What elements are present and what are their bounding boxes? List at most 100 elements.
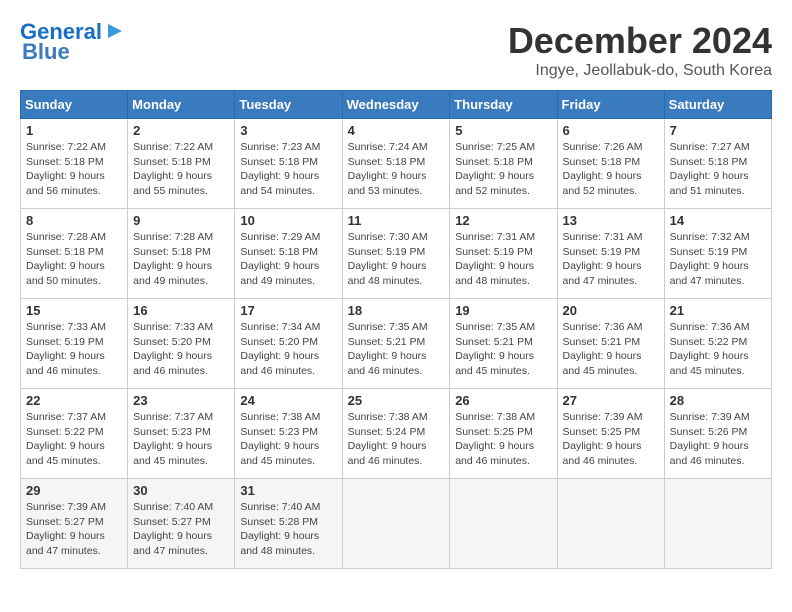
calendar-day-cell: 2Sunrise: 7:22 AMSunset: 5:18 PMDaylight… bbox=[128, 119, 235, 209]
calendar-day-cell bbox=[664, 479, 771, 569]
weekday-header: Thursday bbox=[450, 91, 557, 119]
day-info: Sunrise: 7:22 AMSunset: 5:18 PMDaylight:… bbox=[26, 140, 122, 199]
day-info: Sunrise: 7:27 AMSunset: 5:18 PMDaylight:… bbox=[670, 140, 766, 199]
day-info: Sunrise: 7:36 AMSunset: 5:21 PMDaylight:… bbox=[563, 320, 659, 379]
day-number: 8 bbox=[26, 213, 122, 228]
day-info: Sunrise: 7:32 AMSunset: 5:19 PMDaylight:… bbox=[670, 230, 766, 289]
day-info: Sunrise: 7:40 AMSunset: 5:27 PMDaylight:… bbox=[133, 500, 229, 559]
day-info: Sunrise: 7:37 AMSunset: 5:23 PMDaylight:… bbox=[133, 410, 229, 469]
day-number: 23 bbox=[133, 393, 229, 408]
location-text: Ingye, Jeollabuk-do, South Korea bbox=[508, 62, 772, 80]
day-number: 4 bbox=[348, 123, 445, 138]
calendar-day-cell: 23 Sunrise: 7:37 AMSunset: 5:23 PMDayligh… bbox=[128, 389, 235, 479]
calendar-week-row: 1 Sunrise: 7:22 AMSunset: 5:18 PMDaylight… bbox=[21, 119, 772, 209]
day-number: 6 bbox=[563, 123, 659, 138]
day-info: Sunrise: 7:24 AMSunset: 5:18 PMDaylight:… bbox=[348, 140, 445, 199]
calendar-day-cell: 31 Sunrise: 7:40 AMSunset: 5:28 PMDayligh… bbox=[235, 479, 342, 569]
day-number: 29 bbox=[26, 483, 122, 498]
day-info: Sunrise: 7:38 AMSunset: 5:24 PMDaylight:… bbox=[348, 410, 445, 469]
day-number: 7 bbox=[670, 123, 766, 138]
calendar-header-row: SundayMondayTuesdayWednesdayThursdayFrid… bbox=[21, 91, 772, 119]
day-number: 30 bbox=[133, 483, 229, 498]
day-info: Sunrise: 7:28 AMSunset: 5:18 PMDaylight:… bbox=[26, 230, 122, 289]
day-number: 10 bbox=[240, 213, 336, 228]
calendar-day-cell: 21 Sunrise: 7:36 AMSunset: 5:22 PMDayligh… bbox=[664, 299, 771, 389]
page-header: General Blue December 2024 Ingye, Jeolla… bbox=[20, 20, 772, 80]
day-info: Sunrise: 7:30 AMSunset: 5:19 PMDaylight:… bbox=[348, 230, 445, 289]
day-number: 28 bbox=[670, 393, 766, 408]
calendar-day-cell: 24 Sunrise: 7:38 AMSunset: 5:23 PMDayligh… bbox=[235, 389, 342, 479]
day-number: 15 bbox=[26, 303, 122, 318]
day-number: 16 bbox=[133, 303, 229, 318]
weekday-header: Saturday bbox=[664, 91, 771, 119]
day-number: 5 bbox=[455, 123, 551, 138]
day-info: Sunrise: 7:38 AMSunset: 5:23 PMDaylight:… bbox=[240, 410, 336, 469]
day-number: 26 bbox=[455, 393, 551, 408]
day-number: 17 bbox=[240, 303, 336, 318]
calendar-day-cell: 7 Sunrise: 7:27 AMSunset: 5:18 PMDaylight… bbox=[664, 119, 771, 209]
calendar-day-cell: 30 Sunrise: 7:40 AMSunset: 5:27 PMDayligh… bbox=[128, 479, 235, 569]
calendar-day-cell: 28 Sunrise: 7:39 AMSunset: 5:26 PMDayligh… bbox=[664, 389, 771, 479]
day-info: Sunrise: 7:35 AMSunset: 5:21 PMDaylight:… bbox=[348, 320, 445, 379]
day-info: Sunrise: 7:39 AMSunset: 5:27 PMDaylight:… bbox=[26, 500, 122, 559]
title-section: December 2024 Ingye, Jeollabuk-do, South… bbox=[508, 20, 772, 80]
calendar-day-cell: 8 Sunrise: 7:28 AMSunset: 5:18 PMDaylight… bbox=[21, 209, 128, 299]
calendar-day-cell: 10 Sunrise: 7:29 AMSunset: 5:18 PMDayligh… bbox=[235, 209, 342, 299]
logo-text2: Blue bbox=[22, 40, 70, 64]
day-info: Sunrise: 7:25 AMSunset: 5:18 PMDaylight:… bbox=[455, 140, 551, 199]
day-info: Sunrise: 7:38 AMSunset: 5:25 PMDaylight:… bbox=[455, 410, 551, 469]
logo-arrow-icon bbox=[104, 20, 126, 42]
calendar-day-cell: 14Sunrise: 7:32 AMSunset: 5:19 PMDayligh… bbox=[664, 209, 771, 299]
day-info: Sunrise: 7:22 AMSunset: 5:18 PMDaylight:… bbox=[133, 140, 229, 199]
logo: General Blue bbox=[20, 20, 126, 64]
day-number: 27 bbox=[563, 393, 659, 408]
calendar-week-row: 8 Sunrise: 7:28 AMSunset: 5:18 PMDaylight… bbox=[21, 209, 772, 299]
day-info: Sunrise: 7:29 AMSunset: 5:18 PMDaylight:… bbox=[240, 230, 336, 289]
day-info: Sunrise: 7:40 AMSunset: 5:28 PMDaylight:… bbox=[240, 500, 336, 559]
calendar-week-row: 15 Sunrise: 7:33 AMSunset: 5:19 PMDayligh… bbox=[21, 299, 772, 389]
day-number: 13 bbox=[563, 213, 659, 228]
day-number: 12 bbox=[455, 213, 551, 228]
calendar-day-cell bbox=[342, 479, 450, 569]
calendar-day-cell: 29 Sunrise: 7:39 AMSunset: 5:27 PMDayligh… bbox=[21, 479, 128, 569]
day-number: 1 bbox=[26, 123, 122, 138]
calendar-week-row: 22Sunrise: 7:37 AMSunset: 5:22 PMDayligh… bbox=[21, 389, 772, 479]
weekday-header: Friday bbox=[557, 91, 664, 119]
day-number: 20 bbox=[563, 303, 659, 318]
day-info: Sunrise: 7:39 AMSunset: 5:25 PMDaylight:… bbox=[563, 410, 659, 469]
calendar-day-cell: 27 Sunrise: 7:39 AMSunset: 5:25 PMDayligh… bbox=[557, 389, 664, 479]
day-info: Sunrise: 7:26 AMSunset: 5:18 PMDaylight:… bbox=[563, 140, 659, 199]
day-info: Sunrise: 7:23 AMSunset: 5:18 PMDaylight:… bbox=[240, 140, 336, 199]
month-title: December 2024 bbox=[508, 20, 772, 62]
day-number: 3 bbox=[240, 123, 336, 138]
day-info: Sunrise: 7:31 AMSunset: 5:19 PMDaylight:… bbox=[563, 230, 659, 289]
weekday-header: Monday bbox=[128, 91, 235, 119]
calendar-day-cell: 18Sunrise: 7:35 AMSunset: 5:21 PMDayligh… bbox=[342, 299, 450, 389]
day-info: Sunrise: 7:35 AMSunset: 5:21 PMDaylight:… bbox=[455, 320, 551, 379]
calendar-day-cell: 11Sunrise: 7:30 AMSunset: 5:19 PMDayligh… bbox=[342, 209, 450, 299]
day-info: Sunrise: 7:36 AMSunset: 5:22 PMDaylight:… bbox=[670, 320, 766, 379]
day-number: 19 bbox=[455, 303, 551, 318]
calendar-day-cell: 16 Sunrise: 7:33 AMSunset: 5:20 PMDayligh… bbox=[128, 299, 235, 389]
calendar-day-cell: 22Sunrise: 7:37 AMSunset: 5:22 PMDayligh… bbox=[21, 389, 128, 479]
weekday-header: Tuesday bbox=[235, 91, 342, 119]
calendar-day-cell: 17 Sunrise: 7:34 AMSunset: 5:20 PMDayligh… bbox=[235, 299, 342, 389]
calendar-day-cell bbox=[450, 479, 557, 569]
day-info: Sunrise: 7:39 AMSunset: 5:26 PMDaylight:… bbox=[670, 410, 766, 469]
day-number: 25 bbox=[348, 393, 445, 408]
weekday-header: Wednesday bbox=[342, 91, 450, 119]
calendar-day-cell: 5 Sunrise: 7:25 AMSunset: 5:18 PMDaylight… bbox=[450, 119, 557, 209]
day-info: Sunrise: 7:33 AMSunset: 5:20 PMDaylight:… bbox=[133, 320, 229, 379]
day-info: Sunrise: 7:37 AMSunset: 5:22 PMDaylight:… bbox=[26, 410, 122, 469]
day-info: Sunrise: 7:33 AMSunset: 5:19 PMDaylight:… bbox=[26, 320, 122, 379]
calendar-day-cell: 6 Sunrise: 7:26 AMSunset: 5:18 PMDaylight… bbox=[557, 119, 664, 209]
day-number: 31 bbox=[240, 483, 336, 498]
calendar-day-cell: 26 Sunrise: 7:38 AMSunset: 5:25 PMDayligh… bbox=[450, 389, 557, 479]
day-number: 24 bbox=[240, 393, 336, 408]
day-number: 21 bbox=[670, 303, 766, 318]
calendar-day-cell: 3 Sunrise: 7:23 AMSunset: 5:18 PMDaylight… bbox=[235, 119, 342, 209]
day-info: Sunrise: 7:31 AMSunset: 5:19 PMDaylight:… bbox=[455, 230, 551, 289]
calendar-day-cell: 13 Sunrise: 7:31 AMSunset: 5:19 PMDayligh… bbox=[557, 209, 664, 299]
calendar-table: SundayMondayTuesdayWednesdayThursdayFrid… bbox=[20, 90, 772, 569]
day-info: Sunrise: 7:34 AMSunset: 5:20 PMDaylight:… bbox=[240, 320, 336, 379]
